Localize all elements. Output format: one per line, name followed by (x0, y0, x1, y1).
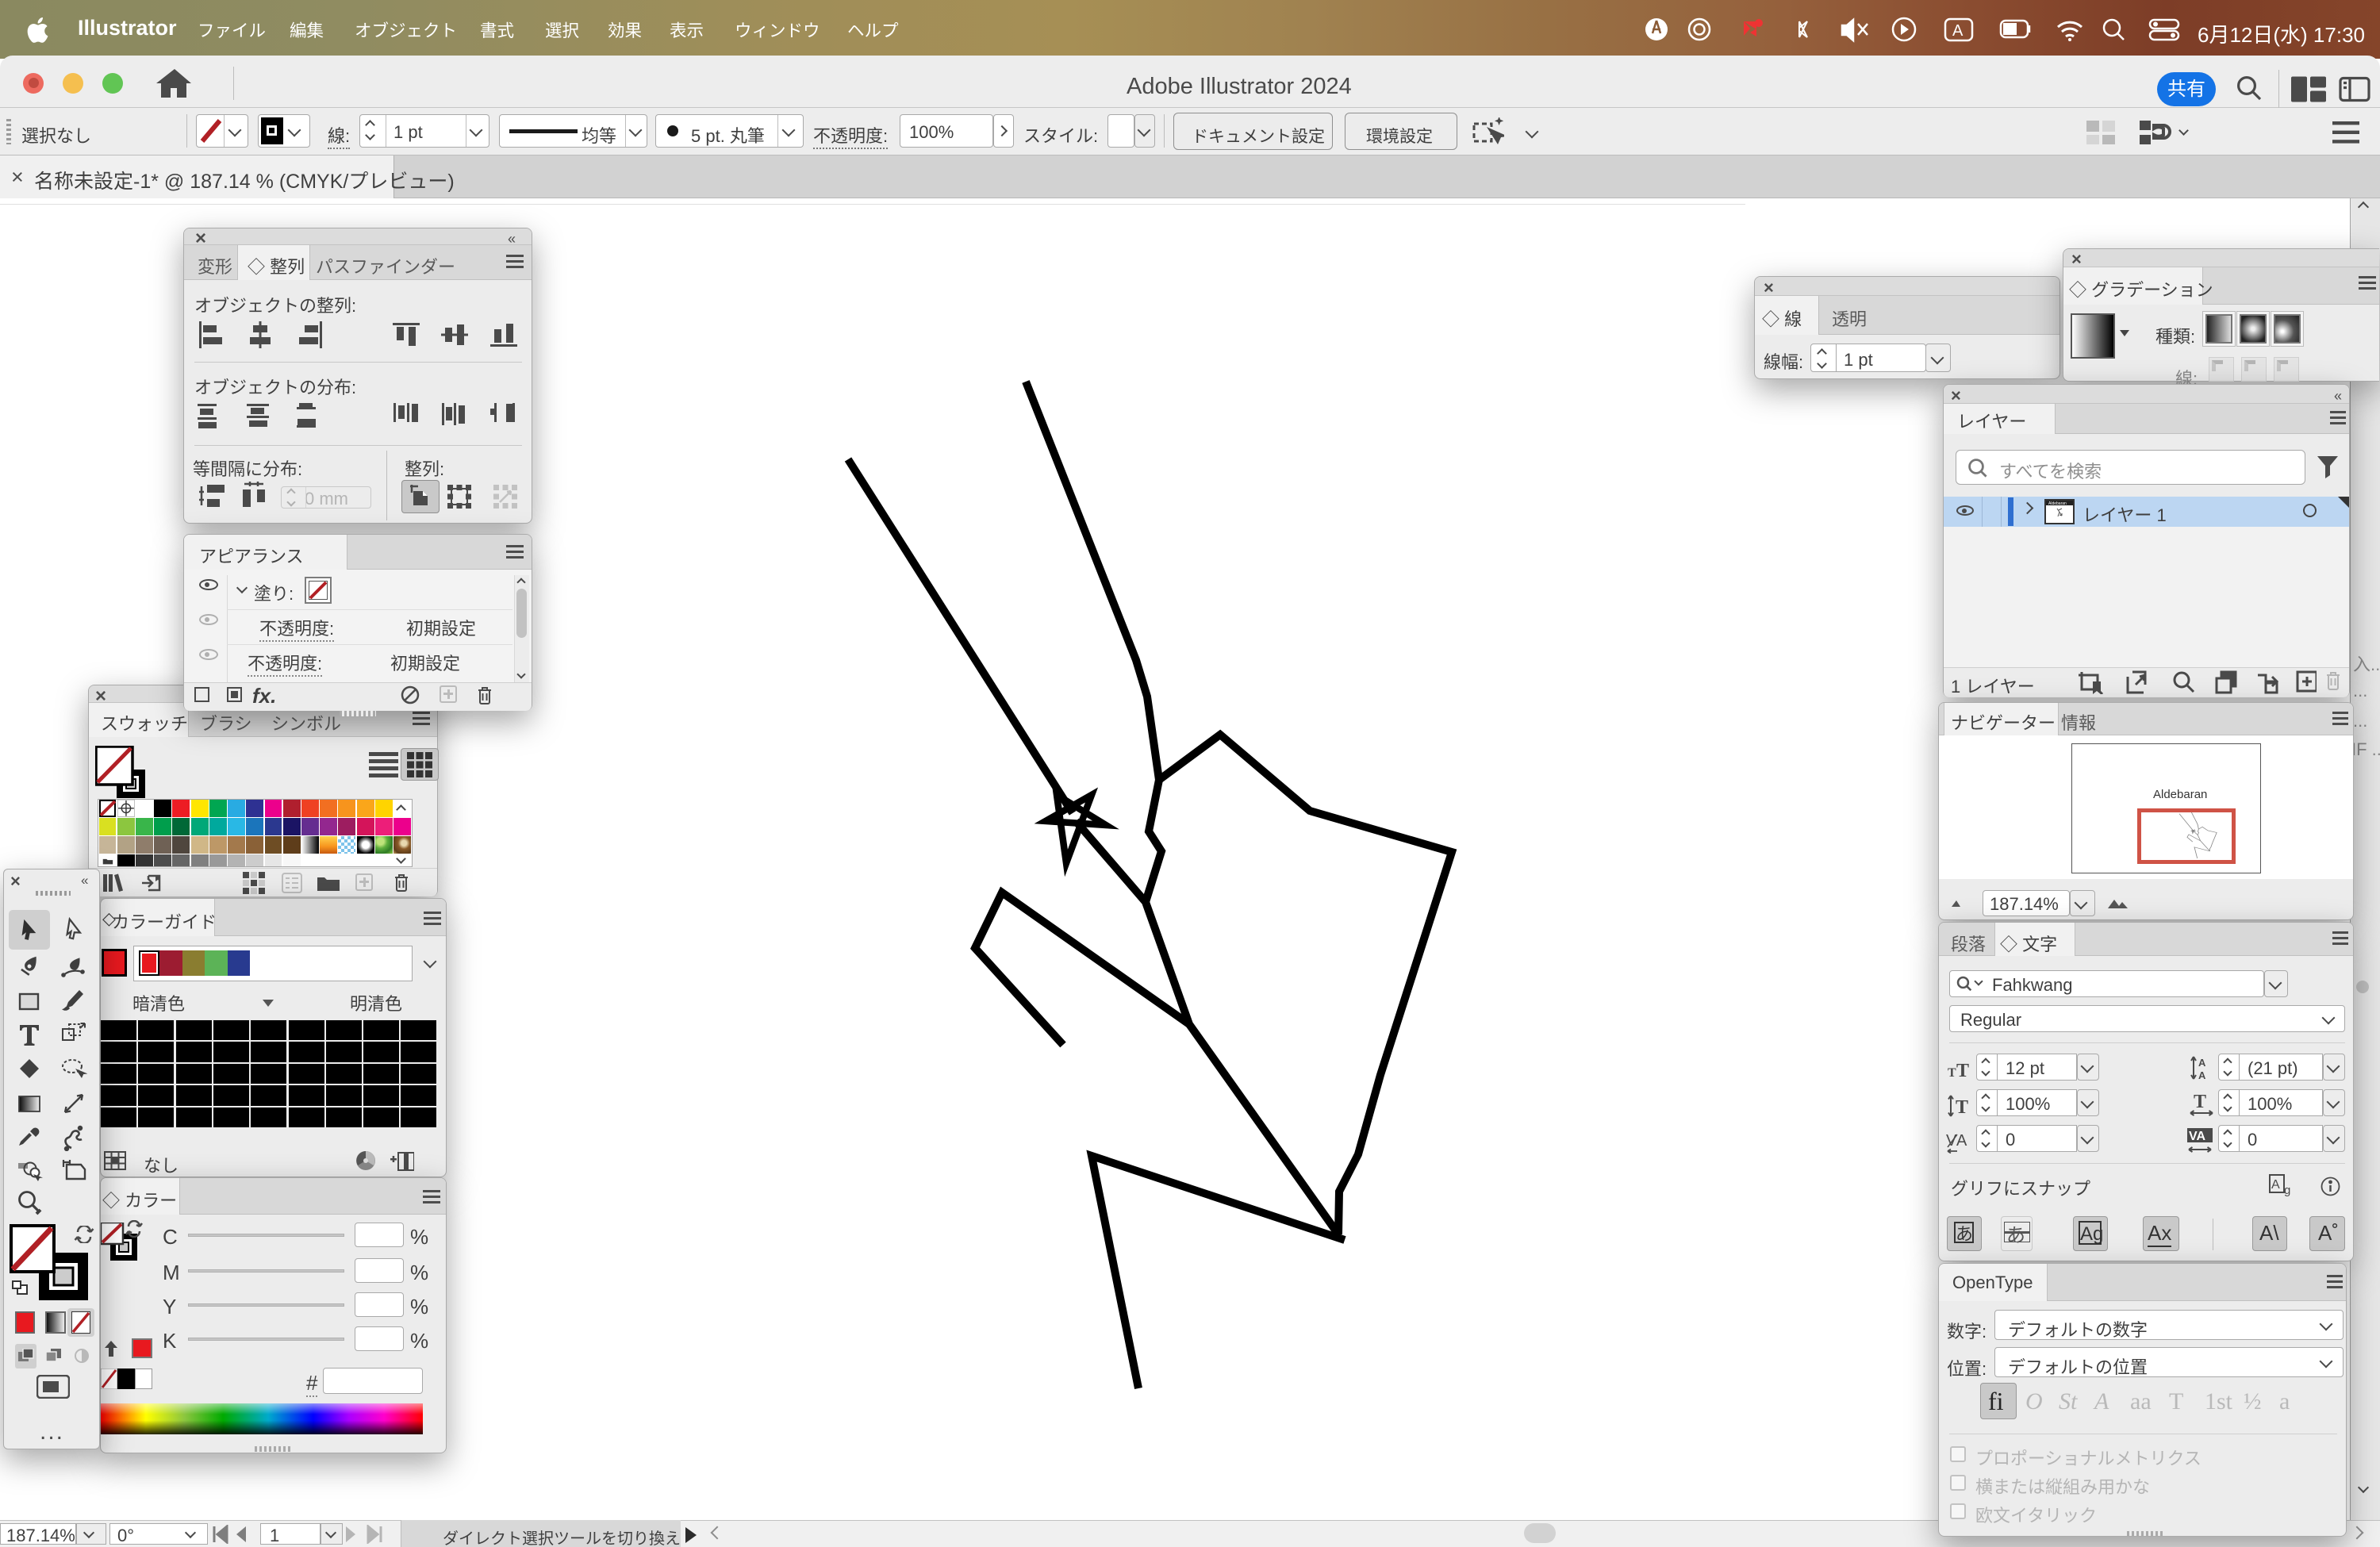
svg-text:g: g (2284, 1184, 2290, 1197)
svg-text:T: T (1956, 1061, 1969, 1080)
svg-text:T: T (1956, 1097, 1968, 1117)
svg-text:A: A (2198, 1069, 2206, 1081)
svg-text:VA: VA (2189, 1130, 2205, 1143)
svg-text:T: T (2194, 1093, 2206, 1112)
svg-text:A: A (2271, 1178, 2280, 1192)
svg-text:Aldebaran: Aldebaran (2048, 501, 2067, 506)
svg-text:A: A (1956, 1132, 1967, 1150)
svg-text:A: A (2198, 1057, 2206, 1069)
svg-text:T: T (1948, 1066, 1956, 1080)
